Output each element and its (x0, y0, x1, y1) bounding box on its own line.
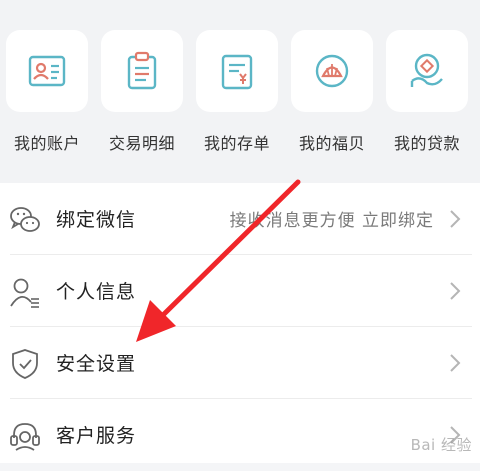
user-profile-icon (10, 278, 39, 308)
quick-action-label: 我的存单 (203, 134, 270, 153)
headset-icon (10, 423, 40, 451)
deposit-slip-icon (221, 54, 253, 90)
quick-action-label: 交易明细 (108, 134, 175, 153)
id-card-icon (28, 55, 66, 87)
quick-action-loans[interactable] (386, 30, 468, 112)
quick-action-my-account[interactable] (6, 30, 88, 112)
chevron-right-icon (450, 210, 461, 228)
menu-item-label: 绑定微信 (56, 209, 137, 231)
quick-action-transactions[interactable] (101, 30, 183, 112)
watermark: Bai 经验 (410, 436, 472, 454)
menu-item-bind-wechat[interactable]: 绑定微信 接收消息更方便 立即绑定 (0, 183, 480, 255)
menu-item-label: 安全设置 (56, 353, 137, 375)
quick-action-label: 我的账户 (13, 134, 80, 153)
menu-item-customer-service[interactable]: 客户服务 (0, 399, 480, 471)
hand-coin-icon (410, 53, 443, 87)
wechat-icon (10, 207, 40, 232)
menu-item-security-settings[interactable]: 安全设置 (0, 327, 480, 399)
settings-menu: 绑定微信 接收消息更方便 立即绑定 个人信息 安全设置 客户服务 (0, 183, 480, 463)
clipboard-icon (127, 51, 157, 90)
bind-wechat-hint[interactable]: 接收消息更方便 立即绑定 (230, 206, 434, 231)
quick-actions-panel: 我的账户 交易明细 我的存单 我的福贝 我的贷款 (0, 0, 480, 183)
quick-action-label: 我的福贝 (298, 134, 365, 153)
quick-action-deposits[interactable] (196, 30, 278, 112)
quick-action-fubei[interactable] (291, 30, 373, 112)
shell-icon (315, 54, 349, 88)
chevron-right-icon (450, 282, 461, 300)
chevron-right-icon (450, 354, 461, 372)
shield-icon (12, 349, 38, 379)
menu-item-personal-info[interactable]: 个人信息 (0, 255, 480, 327)
menu-item-label: 个人信息 (56, 281, 137, 303)
menu-item-label: 客户服务 (56, 425, 137, 447)
quick-action-label: 我的贷款 (393, 134, 460, 153)
